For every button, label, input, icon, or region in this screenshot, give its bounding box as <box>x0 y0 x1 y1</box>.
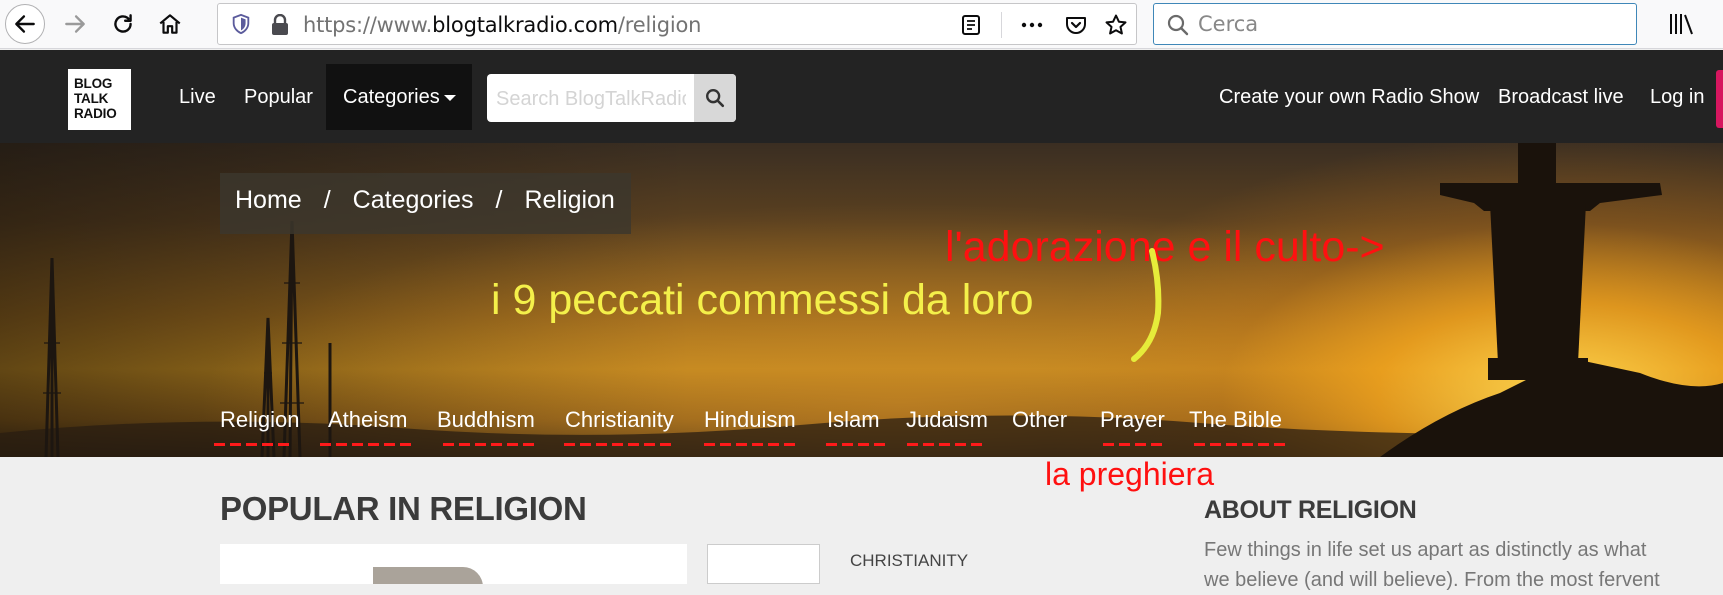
subnav-islam[interactable]: Islam <box>827 407 880 433</box>
yellow-scribble-annotation <box>1131 248 1162 362</box>
subnav-judaism[interactable]: Judaism <box>906 407 988 433</box>
browser-search-input[interactable] <box>1198 10 1618 38</box>
site-header: BLOG TALK RADIO Live Popular Categories … <box>0 50 1723 143</box>
subnav-atheism[interactable]: Atheism <box>328 407 407 433</box>
home-icon <box>159 14 181 34</box>
browser-search-bar[interactable] <box>1153 3 1637 45</box>
nav-live-link[interactable]: Live <box>179 86 216 109</box>
subnav-other[interactable]: Other <box>1012 407 1067 433</box>
underline-annotation <box>1103 443 1165 446</box>
logo-line: BLOG <box>74 76 113 91</box>
annotation-prayer: la preghiera <box>1045 456 1214 492</box>
forward-button[interactable] <box>55 4 95 44</box>
show-category-label[interactable]: CHRISTIANITY <box>850 551 968 571</box>
featured-show-card[interactable] <box>220 544 687 584</box>
blogtalkradio-logo[interactable]: BLOG TALK RADIO <box>68 69 131 130</box>
search-icon <box>706 89 725 108</box>
logo-line: RADIO <box>74 106 117 121</box>
search-icon <box>1167 14 1189 36</box>
url-bar[interactable]: https://www.blogtalkradio.com/religion <box>217 3 1137 45</box>
breadcrumb-home[interactable]: Home <box>235 186 302 214</box>
breadcrumb-categories[interactable]: Categories <box>353 186 474 214</box>
reader-view-icon[interactable] <box>959 13 983 37</box>
breadcrumb: Home / Categories / Religion <box>220 173 631 234</box>
subnav-buddhism[interactable]: Buddhism <box>437 407 535 433</box>
caret-down-icon <box>443 94 456 101</box>
back-button[interactable] <box>5 4 45 44</box>
underline-annotation <box>443 443 537 446</box>
site-search <box>487 74 736 122</box>
broadcast-live-link[interactable]: Broadcast live <box>1498 86 1624 109</box>
tracking-shield-icon[interactable] <box>230 13 252 35</box>
reload-button[interactable] <box>103 4 143 44</box>
site-search-button[interactable] <box>694 74 736 122</box>
show-artwork <box>373 567 483 584</box>
underline-annotation <box>564 443 676 446</box>
lock-icon[interactable] <box>270 14 290 36</box>
about-section-text: Few things in life set us apart as disti… <box>1204 539 1660 591</box>
reload-icon <box>114 14 132 33</box>
underline-annotation <box>826 443 888 446</box>
breadcrumb-separator: / <box>495 186 503 214</box>
subnav-the-bible[interactable]: The Bible <box>1189 407 1282 433</box>
browser-toolbar: https://www.blogtalkradio.com/religion <box>0 0 1723 49</box>
show-thumbnail[interactable] <box>707 544 820 584</box>
nav-categories-label: Categories <box>343 86 440 108</box>
breadcrumb-current: Religion <box>524 186 615 214</box>
subnav-prayer[interactable]: Prayer <box>1100 407 1165 433</box>
underline-annotation <box>214 443 290 446</box>
popular-section-title: POPULAR IN RELIGION <box>220 490 587 527</box>
about-section-title: ABOUT RELIGION <box>1204 496 1417 524</box>
nav-popular-link[interactable]: Popular <box>244 86 313 109</box>
subnav-religion[interactable]: Religion <box>220 407 300 433</box>
signup-button-edge[interactable] <box>1716 70 1723 128</box>
annotation-sins: i 9 peccati commessi da loro <box>491 276 1034 324</box>
back-arrow-icon <box>15 15 35 33</box>
more-actions-icon[interactable] <box>1020 13 1044 37</box>
home-button[interactable] <box>150 4 190 44</box>
url-bar-divider <box>1001 12 1002 38</box>
pocket-icon[interactable] <box>1064 13 1088 37</box>
bookmark-star-icon[interactable] <box>1104 13 1128 37</box>
category-hero: Home / Categories / Religion l'adorazione e … <box>0 143 1723 457</box>
subnav-christianity[interactable]: Christianity <box>565 407 674 433</box>
underline-annotation <box>704 443 798 446</box>
library-icon[interactable] <box>1668 11 1696 37</box>
underline-annotation <box>907 443 983 446</box>
underline-annotation <box>320 443 414 446</box>
nav-categories-dropdown[interactable]: Categories <box>326 64 472 130</box>
login-link[interactable]: Log in <box>1650 86 1705 109</box>
create-show-link[interactable]: Create your own Radio Show <box>1219 86 1479 109</box>
forward-arrow-icon <box>65 15 85 33</box>
site-search-input[interactable] <box>496 86 686 112</box>
breadcrumb-separator: / <box>323 186 331 214</box>
logo-line: TALK <box>74 91 109 106</box>
underline-annotation <box>1194 443 1288 446</box>
url-text[interactable]: https://www.blogtalkradio.com/religion <box>303 13 701 37</box>
subnav-hinduism[interactable]: Hinduism <box>704 407 796 433</box>
